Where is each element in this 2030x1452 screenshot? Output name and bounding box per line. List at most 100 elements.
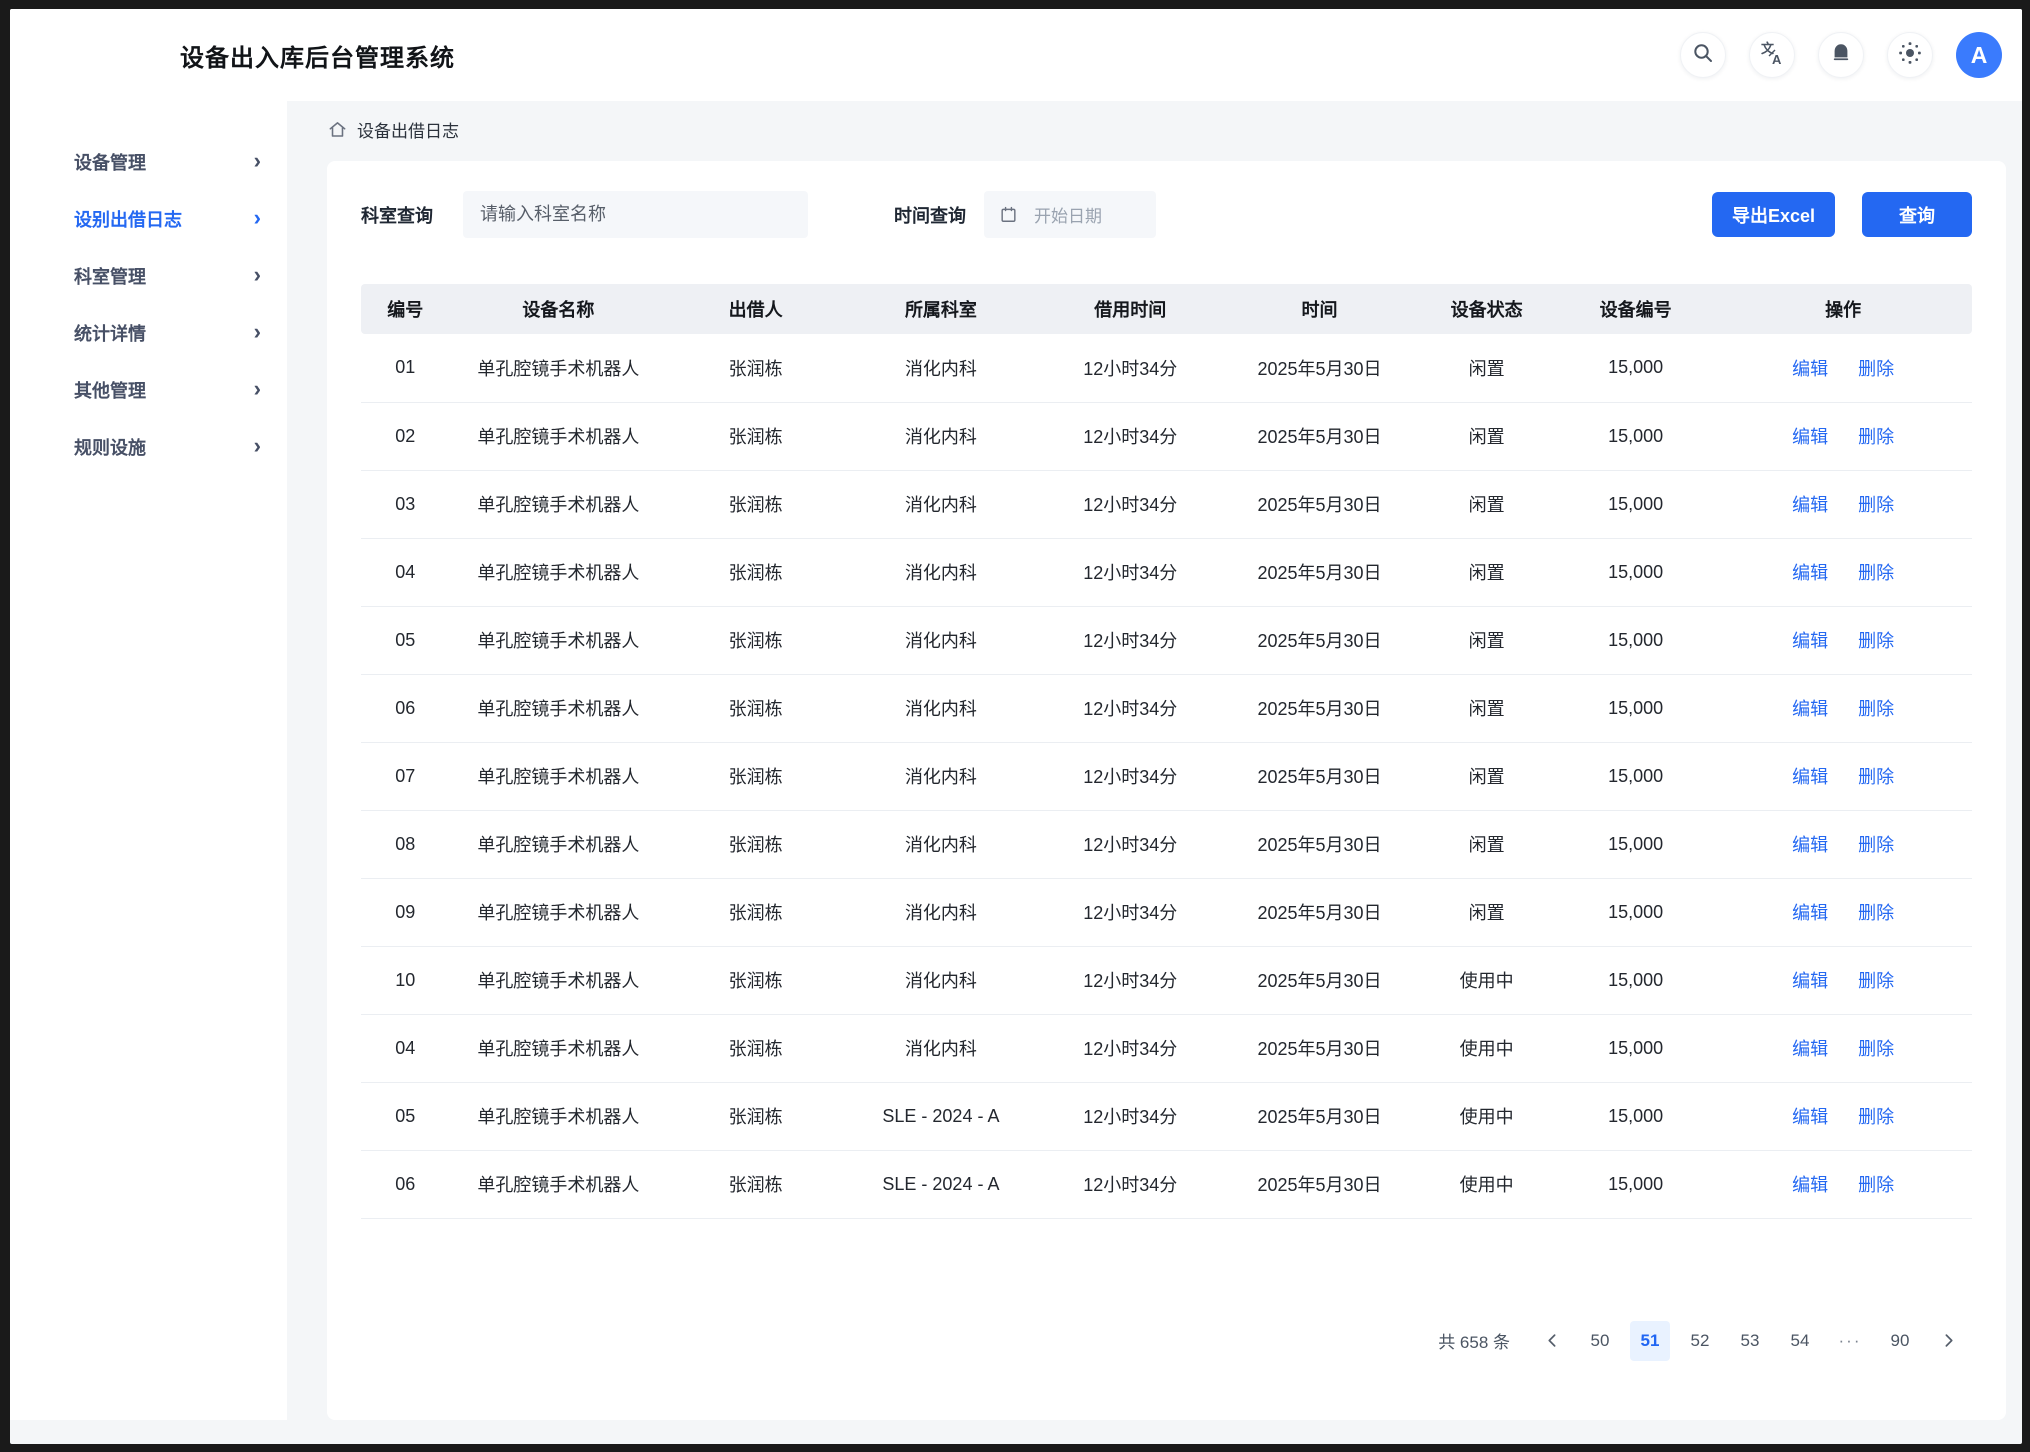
edit-link[interactable]: 编辑 [1792, 563, 1828, 583]
edit-link[interactable]: 编辑 [1792, 903, 1828, 923]
cell-no: 05 [361, 1082, 450, 1150]
delete-link[interactable]: 删除 [1858, 631, 1894, 651]
edit-link[interactable]: 编辑 [1792, 971, 1828, 991]
table-row: 07单孔腔镜手术机器人张润栋消化内科12小时34分2025年5月30日闲置15,… [361, 742, 1972, 810]
delete-link[interactable]: 删除 [1858, 903, 1894, 923]
sidebar-item-device-lend-log[interactable]: 设别出借日志› [10, 190, 287, 247]
page-item[interactable]: 90 [1880, 1321, 1920, 1361]
page-item[interactable]: 52 [1680, 1321, 1720, 1361]
cell-lender: 张润栋 [667, 878, 844, 946]
page-item[interactable]: 53 [1730, 1321, 1770, 1361]
sidebar-item-department-management[interactable]: 科室管理› [10, 247, 287, 304]
export-excel-button[interactable]: 导出Excel [1712, 192, 1835, 237]
cell-device-name: 单孔腔镜手术机器人 [450, 1150, 667, 1218]
table-row: 03单孔腔镜手术机器人张润栋消化内科12小时34分2025年5月30日闲置15,… [361, 470, 1972, 538]
dept-filter-label: 科室查询 [361, 202, 433, 228]
pagination-total: 共 658 条 [1438, 1328, 1510, 1353]
sidebar-item-rule-settings[interactable]: 规则设施› [10, 418, 287, 475]
page-item-active[interactable]: 51 [1630, 1321, 1670, 1361]
language-button[interactable]: 文 A [1749, 32, 1795, 78]
cell-no: 10 [361, 946, 450, 1014]
column-header: 设备状态 [1416, 284, 1557, 334]
user-avatar[interactable]: A [1956, 32, 2002, 78]
edit-link[interactable]: 编辑 [1792, 1039, 1828, 1059]
edit-link[interactable]: 编辑 [1792, 427, 1828, 447]
cell-lender: 张润栋 [667, 470, 844, 538]
edit-link[interactable]: 编辑 [1792, 359, 1828, 379]
cell-lender: 张润栋 [667, 1014, 844, 1082]
cell-duration: 12小时34分 [1038, 810, 1223, 878]
start-date-picker[interactable]: 开始日期 [984, 191, 1156, 238]
cell-duration: 12小时34分 [1038, 674, 1223, 742]
edit-link[interactable]: 编辑 [1792, 1175, 1828, 1195]
column-header: 编号 [361, 284, 450, 334]
search-button[interactable] [1680, 32, 1726, 78]
search-icon [1691, 41, 1715, 70]
cell-device-code: 15,000 [1557, 1014, 1714, 1082]
cell-lender: 张润栋 [667, 674, 844, 742]
page-item[interactable]: 50 [1580, 1321, 1620, 1361]
chevron-right-icon: › [254, 207, 261, 229]
table-row: 04单孔腔镜手术机器人张润栋消化内科12小时34分2025年5月30日闲置15,… [361, 538, 1972, 606]
cell-status: 闲置 [1416, 402, 1557, 470]
cell-no: 01 [361, 334, 450, 402]
cell-device-name: 单孔腔镜手术机器人 [450, 334, 667, 402]
delete-link[interactable]: 删除 [1858, 767, 1894, 787]
table-row: 01单孔腔镜手术机器人张润栋消化内科12小时34分2025年5月30日闲置15,… [361, 334, 1972, 402]
dept-search-input[interactable] [463, 191, 808, 238]
edit-link[interactable]: 编辑 [1792, 767, 1828, 787]
cell-device-name: 单孔腔镜手术机器人 [450, 1014, 667, 1082]
edit-link[interactable]: 编辑 [1792, 699, 1828, 719]
delete-link[interactable]: 删除 [1858, 971, 1894, 991]
cell-device-name: 单孔腔镜手术机器人 [450, 674, 667, 742]
edit-link[interactable]: 编辑 [1792, 1107, 1828, 1127]
cell-date: 2025年5月30日 [1223, 946, 1416, 1014]
theme-button[interactable] [1887, 32, 1933, 78]
cell-status: 使用中 [1416, 1082, 1557, 1150]
delete-link[interactable]: 删除 [1858, 1039, 1894, 1059]
prev-page-button[interactable] [1534, 1322, 1570, 1360]
delete-link[interactable]: 删除 [1858, 699, 1894, 719]
sidebar-item-device-management[interactable]: 设备管理› [10, 133, 287, 190]
notifications-button[interactable] [1818, 32, 1864, 78]
delete-link[interactable]: 删除 [1858, 495, 1894, 515]
query-button[interactable]: 查询 [1862, 192, 1972, 237]
edit-link[interactable]: 编辑 [1792, 631, 1828, 651]
pagination: 共 658 条 5051525354···90 [361, 1321, 1972, 1361]
cell-no: 06 [361, 674, 450, 742]
cell-no: 05 [361, 606, 450, 674]
chevron-right-icon: › [254, 150, 261, 172]
next-page-button[interactable] [1930, 1322, 1966, 1360]
page-item[interactable]: 54 [1780, 1321, 1820, 1361]
edit-link[interactable]: 编辑 [1792, 835, 1828, 855]
cell-lender: 张润栋 [667, 402, 844, 470]
table-row: 06单孔腔镜手术机器人张润栋消化内科12小时34分2025年5月30日闲置15,… [361, 674, 1972, 742]
delete-link[interactable]: 删除 [1858, 563, 1894, 583]
app-title: 设备出入库后台管理系统 [180, 38, 455, 73]
delete-link[interactable]: 删除 [1858, 359, 1894, 379]
cell-status: 使用中 [1416, 1014, 1557, 1082]
delete-link[interactable]: 删除 [1858, 1175, 1894, 1195]
column-header: 操作 [1714, 284, 1972, 334]
cell-operations: 编辑 删除 [1714, 1082, 1972, 1150]
column-header: 所属科室 [844, 284, 1037, 334]
cell-device-code: 15,000 [1557, 334, 1714, 402]
sidebar-item-statistics-detail[interactable]: 统计详情› [10, 304, 287, 361]
delete-link[interactable]: 删除 [1858, 835, 1894, 855]
brightness-icon [1897, 40, 1923, 71]
cell-status: 闲置 [1416, 878, 1557, 946]
cell-device-code: 15,000 [1557, 742, 1714, 810]
time-filter-label: 时间查询 [894, 202, 966, 228]
cell-date: 2025年5月30日 [1223, 742, 1416, 810]
cell-device-name: 单孔腔镜手术机器人 [450, 742, 667, 810]
cell-device-code: 15,000 [1557, 538, 1714, 606]
delete-link[interactable]: 删除 [1858, 427, 1894, 447]
cell-duration: 12小时34分 [1038, 742, 1223, 810]
edit-link[interactable]: 编辑 [1792, 495, 1828, 515]
cell-date: 2025年5月30日 [1223, 402, 1416, 470]
delete-link[interactable]: 删除 [1858, 1107, 1894, 1127]
sidebar-item-other-management[interactable]: 其他管理› [10, 361, 287, 418]
cell-duration: 12小时34分 [1038, 402, 1223, 470]
cell-status: 使用中 [1416, 946, 1557, 1014]
cell-department: 消化内科 [844, 1014, 1037, 1082]
